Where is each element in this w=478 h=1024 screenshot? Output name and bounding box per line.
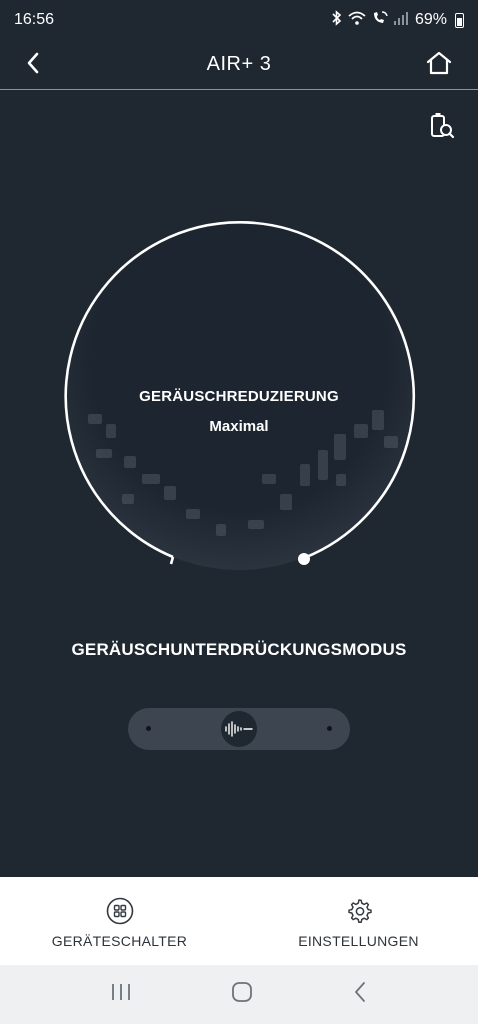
bluetooth-icon bbox=[331, 9, 343, 31]
slider-stop-left[interactable] bbox=[146, 726, 151, 731]
wifi-icon bbox=[347, 10, 367, 31]
nav-label-device-switch: GERÄTESCHALTER bbox=[51, 933, 188, 949]
bottom-nav: GERÄTESCHALTER EINSTELLUNGEN bbox=[0, 877, 478, 965]
status-time: 16:56 bbox=[14, 11, 55, 28]
page-title: AIR+ 3 bbox=[206, 53, 272, 75]
sound-wave-icon bbox=[225, 721, 253, 737]
nav-item-device-switch[interactable]: GERÄTESCHALTER bbox=[0, 877, 239, 965]
dial-arc-start-tick bbox=[169, 556, 175, 565]
status-right: 69% bbox=[331, 9, 464, 31]
status-bar: 16:56 69% bbox=[0, 0, 478, 40]
mode-section-title: GERÄUSCHUNTERDRÜCKUNGSMODUS bbox=[71, 640, 407, 659]
nav-label-settings: EINSTELLUNGEN bbox=[298, 933, 419, 949]
slider-stop-right[interactable] bbox=[327, 726, 332, 731]
recent-apps-icon[interactable] bbox=[110, 982, 132, 1007]
battery-percent: 69% bbox=[414, 11, 447, 28]
home-icon[interactable] bbox=[422, 46, 456, 80]
app-header: AIR+ 3 bbox=[0, 40, 478, 90]
nav-item-settings[interactable]: EINSTELLUNGEN bbox=[239, 877, 478, 965]
gear-icon bbox=[347, 899, 372, 923]
signal-icon bbox=[393, 10, 409, 31]
device-grid-icon bbox=[106, 897, 133, 925]
dial-value: Maximal bbox=[209, 418, 269, 435]
dial-handle[interactable] bbox=[298, 553, 310, 565]
noise-mode-slider[interactable] bbox=[128, 708, 350, 750]
dial-label: GERÄUSCHREDUZIERUNG bbox=[139, 388, 339, 405]
back-chevron-icon[interactable] bbox=[18, 48, 48, 78]
battery-search-icon[interactable] bbox=[426, 108, 458, 144]
back-icon[interactable] bbox=[352, 981, 368, 1008]
battery-icon bbox=[455, 12, 464, 28]
slider-knob[interactable] bbox=[221, 711, 257, 747]
home-circle-icon[interactable] bbox=[231, 981, 253, 1008]
wifi-call-icon bbox=[371, 10, 389, 31]
system-nav-bar bbox=[0, 965, 478, 1024]
status-icons bbox=[331, 9, 409, 31]
